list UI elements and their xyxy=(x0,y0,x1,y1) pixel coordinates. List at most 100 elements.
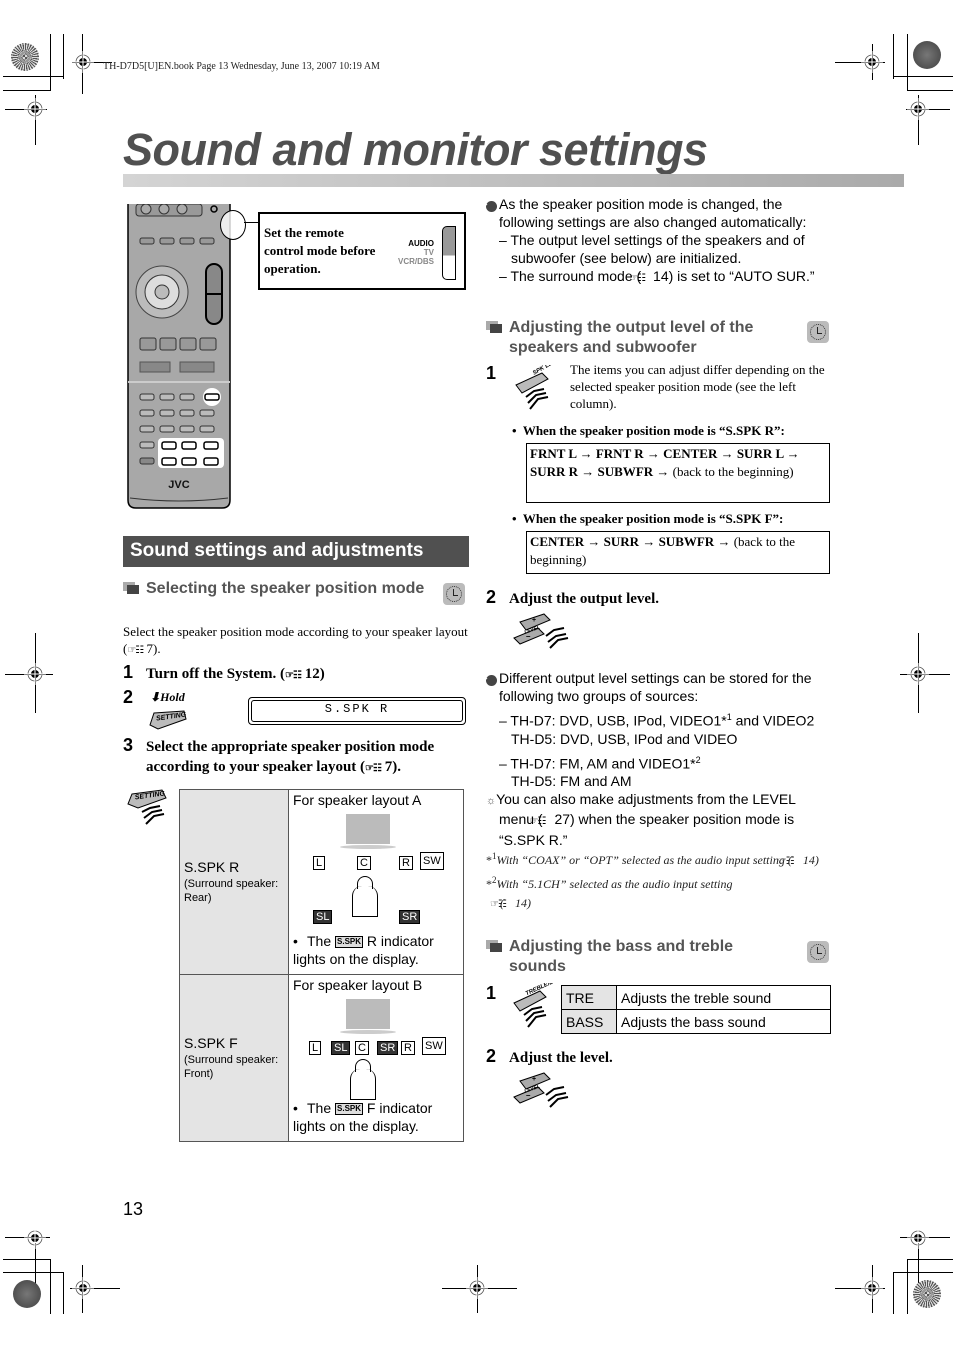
color-target-icon xyxy=(913,1280,941,1308)
sspk-indicator-icon: S.SPK xyxy=(335,936,364,949)
condition-s-spk-r: • When the speaker position mode is “S.S… xyxy=(512,423,785,438)
remote-brand-logo: JVC xyxy=(168,479,189,491)
note-prefix: The xyxy=(307,933,332,949)
speaker-r: R xyxy=(401,1041,415,1055)
spk-level-button-icon: SPK LEVEL xyxy=(512,355,564,416)
note-mode-change: ✔ As the speaker position mode is changed… xyxy=(482,195,831,288)
setting-button-press-icon: SETTING xyxy=(126,788,170,833)
condition-text: When the speaker position mode is “S.SPK… xyxy=(522,511,784,526)
reference-icon: ☞☷ xyxy=(285,670,302,681)
tv-icon xyxy=(346,814,390,844)
lightbulb-icon: ☼ xyxy=(486,795,497,808)
subhead-text: Adjusting the bass and treble sounds xyxy=(509,938,734,975)
subhead-bass-treble: Adjusting the bass and treble sounds xyxy=(486,937,794,977)
step-3-text: Select the appropriate speaker position … xyxy=(146,737,466,779)
step-number: 1 xyxy=(123,662,134,682)
clock-icon xyxy=(807,941,829,963)
subhead-text: Selecting the speaker position mode xyxy=(146,580,425,597)
speaker-sl: SL xyxy=(313,910,333,924)
step-1-description: The items you can adjust differ dependin… xyxy=(570,362,825,411)
color-target-icon xyxy=(11,43,39,71)
step-1-ref: 12) xyxy=(304,666,325,682)
sequence-box-s-spk-r: FRNT L → FRNT R → CENTER → SURR L → SURR… xyxy=(526,443,830,503)
step-3-ref: 7). xyxy=(384,759,401,775)
speaker-sl: SL xyxy=(331,1041,351,1055)
speaker-c: C xyxy=(357,856,371,870)
footnote-ref: 2 xyxy=(695,754,701,765)
footnote: *1With “COAX” or “OPT” selected as the a… xyxy=(486,847,831,871)
registration-mark-icon xyxy=(861,1277,883,1299)
registration-mark-icon xyxy=(24,1227,46,1249)
clock-icon xyxy=(443,583,465,605)
step-1-body: Turn off the System. ( xyxy=(146,666,286,682)
remote-mode-labels: AUDIO TV VCR/DBS xyxy=(398,239,434,266)
table-value: Adjusts the treble sound xyxy=(616,985,831,1010)
mode-description: (Surround speaker: Front) xyxy=(184,1054,279,1080)
mode-switch-icon xyxy=(442,226,456,280)
step-number: 3 xyxy=(123,735,134,755)
layout-cell: For speaker layout B L SL C SR R SW • The… xyxy=(288,974,464,1142)
display-text: S.SPK R xyxy=(324,702,390,716)
table-row: TRE Adjusts the treble sound xyxy=(561,985,831,1010)
mode-audio: AUDIO xyxy=(408,239,434,248)
step-2-text: Adjust the output level. xyxy=(509,591,660,607)
table-key: BASS xyxy=(561,1009,617,1034)
treble-bass-button-icon: TREBLE/BASS xyxy=(510,974,566,1034)
registration-mark-icon xyxy=(24,663,46,685)
reference-icon: ☞☷ xyxy=(777,856,795,867)
layout-cell: For speaker layout A L C R SW SL SR • The… xyxy=(288,789,464,975)
subhead-output-level: Adjusting the output level of the speake… xyxy=(486,318,794,358)
speaker-c: C xyxy=(355,1041,369,1055)
table-row: S.SPK F (Surround speaker: Front) For sp… xyxy=(179,974,464,1142)
mode-cell: S.SPK F (Surround speaker: Front) xyxy=(179,974,289,1142)
step-number: 1 xyxy=(486,363,497,383)
note-item: 14) is set to “AUTO SUR.” xyxy=(653,268,815,284)
svg-text:+: + xyxy=(532,1076,536,1083)
reference-icon: ☞☷ xyxy=(365,763,382,774)
indicator-note: • The S.SPK F indicator lights on the dis… xyxy=(293,1100,433,1134)
mode-switch-callout xyxy=(220,210,246,240)
step-number: 1 xyxy=(486,983,497,1003)
footnote: *2With “5.1CH” selected as the audio inp… xyxy=(486,871,831,914)
condition-text: When the speaker position mode is “S.SPK… xyxy=(522,423,785,438)
group-line-tail: and VIDEO2 xyxy=(731,712,815,729)
table-row: S.SPK R (Surround speaker: Rear) For spe… xyxy=(179,789,464,975)
speaker-l: L xyxy=(309,1041,322,1055)
section-square-icon xyxy=(123,582,139,594)
speaker-sw: SW xyxy=(422,1037,446,1055)
tip: ☼You can also make adjustments from the … xyxy=(486,790,831,849)
layout-title: For speaker layout B xyxy=(293,977,423,993)
footnotes: *1With “COAX” or “OPT” selected as the a… xyxy=(486,847,831,914)
layout-title: For speaker layout A xyxy=(293,792,422,808)
hold-instruction: ⬇Hold xyxy=(150,690,185,705)
reference-icon: ☞☷ xyxy=(529,816,547,828)
mode-description: (Surround speaker: Rear) xyxy=(184,878,279,904)
group-line: TH-D5: DVD, USB, IPod and VIDEO xyxy=(511,730,738,747)
group-line: TH-D5: FM and AM xyxy=(511,773,632,790)
group-line: – TH-D7: FM, AM and VIDEO1* xyxy=(499,755,696,772)
svg-text:+: + xyxy=(532,617,536,624)
intro-body: Select the speaker position mode accordi… xyxy=(123,624,468,656)
note-icon: ✔ xyxy=(482,201,497,212)
registration-mark-icon xyxy=(72,51,94,73)
note-output-groups: ✔ Different output level settings can be … xyxy=(482,669,831,849)
tv-stand xyxy=(340,845,396,849)
tv-icon xyxy=(346,999,390,1029)
reference-icon: ☞☷ xyxy=(490,899,507,910)
step-number: 2 xyxy=(486,1046,497,1066)
speaker-r: R xyxy=(399,856,413,870)
sequence-tail: (back to the beginning) xyxy=(672,464,794,479)
footnote-ref: 14) xyxy=(514,896,531,910)
condition-s-spk-f: • When the speaker position mode is “S.S… xyxy=(512,511,784,526)
registration-mark-icon xyxy=(72,1277,94,1299)
note-item: The surround mode ( xyxy=(510,268,642,284)
registration-mark-icon xyxy=(861,51,883,73)
hold-label: Hold xyxy=(160,690,185,704)
page-number: 13 xyxy=(123,1199,144,1219)
source-group: – TH-D7: DVD, USB, IPod, VIDEO1*1 and VI… xyxy=(486,708,831,748)
footnote-text: With “COAX” or “OPT” selected as the aud… xyxy=(496,853,785,867)
display-readout: S.SPK R xyxy=(248,697,466,725)
listener-icon xyxy=(352,876,378,917)
indicator-note: • The S.SPK R indicator lights on the dis… xyxy=(293,933,434,967)
sequence-text: CENTER → SURR → SUBWFR → xyxy=(530,534,731,549)
